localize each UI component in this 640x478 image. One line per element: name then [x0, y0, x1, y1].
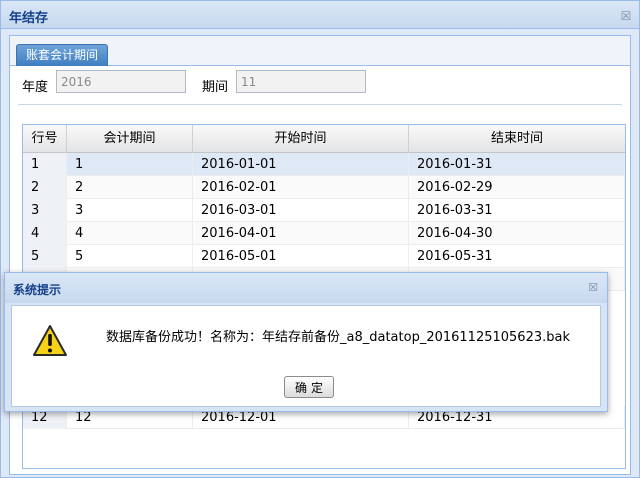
period-cell: 2 [67, 176, 193, 199]
year-label: 年度 [22, 80, 49, 95]
dialog-titlebar[interactable]: 系统提示 ☒ [5, 273, 607, 303]
start-date-cell: 2016-01-01 [193, 153, 409, 176]
column-header-end-date[interactable]: 结束时间 [409, 125, 625, 153]
table-row[interactable]: 3 3 2016-03-01 2016-03-31 [23, 199, 625, 222]
filter-form: 年度 期间 [10, 68, 630, 98]
period-label: 期间 [202, 80, 229, 95]
table-row[interactable]: 5 5 2016-05-01 2016-05-31 [23, 245, 625, 268]
end-date-cell: 2016-03-31 [409, 199, 625, 222]
dialog-body: 数据库备份成功！名称为：年结存前备份_a8_datatop_2016112510… [11, 305, 601, 407]
column-header-period[interactable]: 会计期间 [67, 125, 193, 153]
period-cell: 4 [67, 222, 193, 245]
period-field[interactable] [236, 70, 366, 93]
table-row[interactable]: 2 2 2016-02-01 2016-02-29 [23, 176, 625, 199]
column-header-row-number[interactable]: 行号 [23, 125, 67, 153]
period-cell: 3 [67, 199, 193, 222]
window-close-icon[interactable]: ☒ [619, 9, 633, 23]
start-date-cell: 2016-03-01 [193, 199, 409, 222]
ok-button[interactable]: 确定 [284, 376, 334, 398]
row-number-cell: 3 [23, 199, 67, 222]
end-date-cell: 2016-05-31 [409, 245, 625, 268]
dialog-title: 系统提示 [13, 283, 62, 297]
dialog-message: 数据库备份成功！名称为：年结存前备份_a8_datatop_2016112510… [106, 330, 570, 345]
row-number-cell: 5 [23, 245, 67, 268]
row-number-cell: 1 [23, 153, 67, 176]
divider [18, 104, 622, 105]
tab-strip: 账套会计期间 [10, 36, 630, 66]
start-date-cell: 2016-02-01 [193, 176, 409, 199]
table-row[interactable]: 4 4 2016-04-01 2016-04-30 [23, 222, 625, 245]
end-date-cell: 2016-02-29 [409, 176, 625, 199]
column-header-start-date[interactable]: 开始时间 [193, 125, 409, 153]
window-titlebar[interactable]: 年结存 ☒ [1, 1, 639, 29]
start-date-cell: 2016-05-01 [193, 245, 409, 268]
period-cell: 1 [67, 153, 193, 176]
grid-header: 行号 会计期间 开始时间 结束时间 [23, 125, 625, 153]
tab-accounting-periods[interactable]: 账套会计期间 [16, 44, 109, 66]
year-field[interactable] [56, 70, 186, 93]
system-prompt-dialog: 系统提示 ☒ 数据库备份成功！名称为：年结存前备份_a8_datatop_201… [4, 272, 608, 412]
period-cell: 5 [67, 245, 193, 268]
end-date-cell: 2016-01-31 [409, 153, 625, 176]
warning-triangle-icon [33, 325, 67, 356]
end-date-cell: 2016-04-30 [409, 222, 625, 245]
row-number-cell: 4 [23, 222, 67, 245]
start-date-cell: 2016-04-01 [193, 222, 409, 245]
dialog-close-icon[interactable]: ☒ [587, 282, 599, 294]
row-number-cell: 2 [23, 176, 67, 199]
year-end-window: 年结存 ☒ 账套会计期间 年度 期间 行号 会计期间 开始时间 结束时间 112… [0, 0, 640, 478]
table-row[interactable]: 1 1 2016-01-01 2016-01-31 [23, 153, 625, 176]
window-title: 年结存 [9, 11, 49, 26]
